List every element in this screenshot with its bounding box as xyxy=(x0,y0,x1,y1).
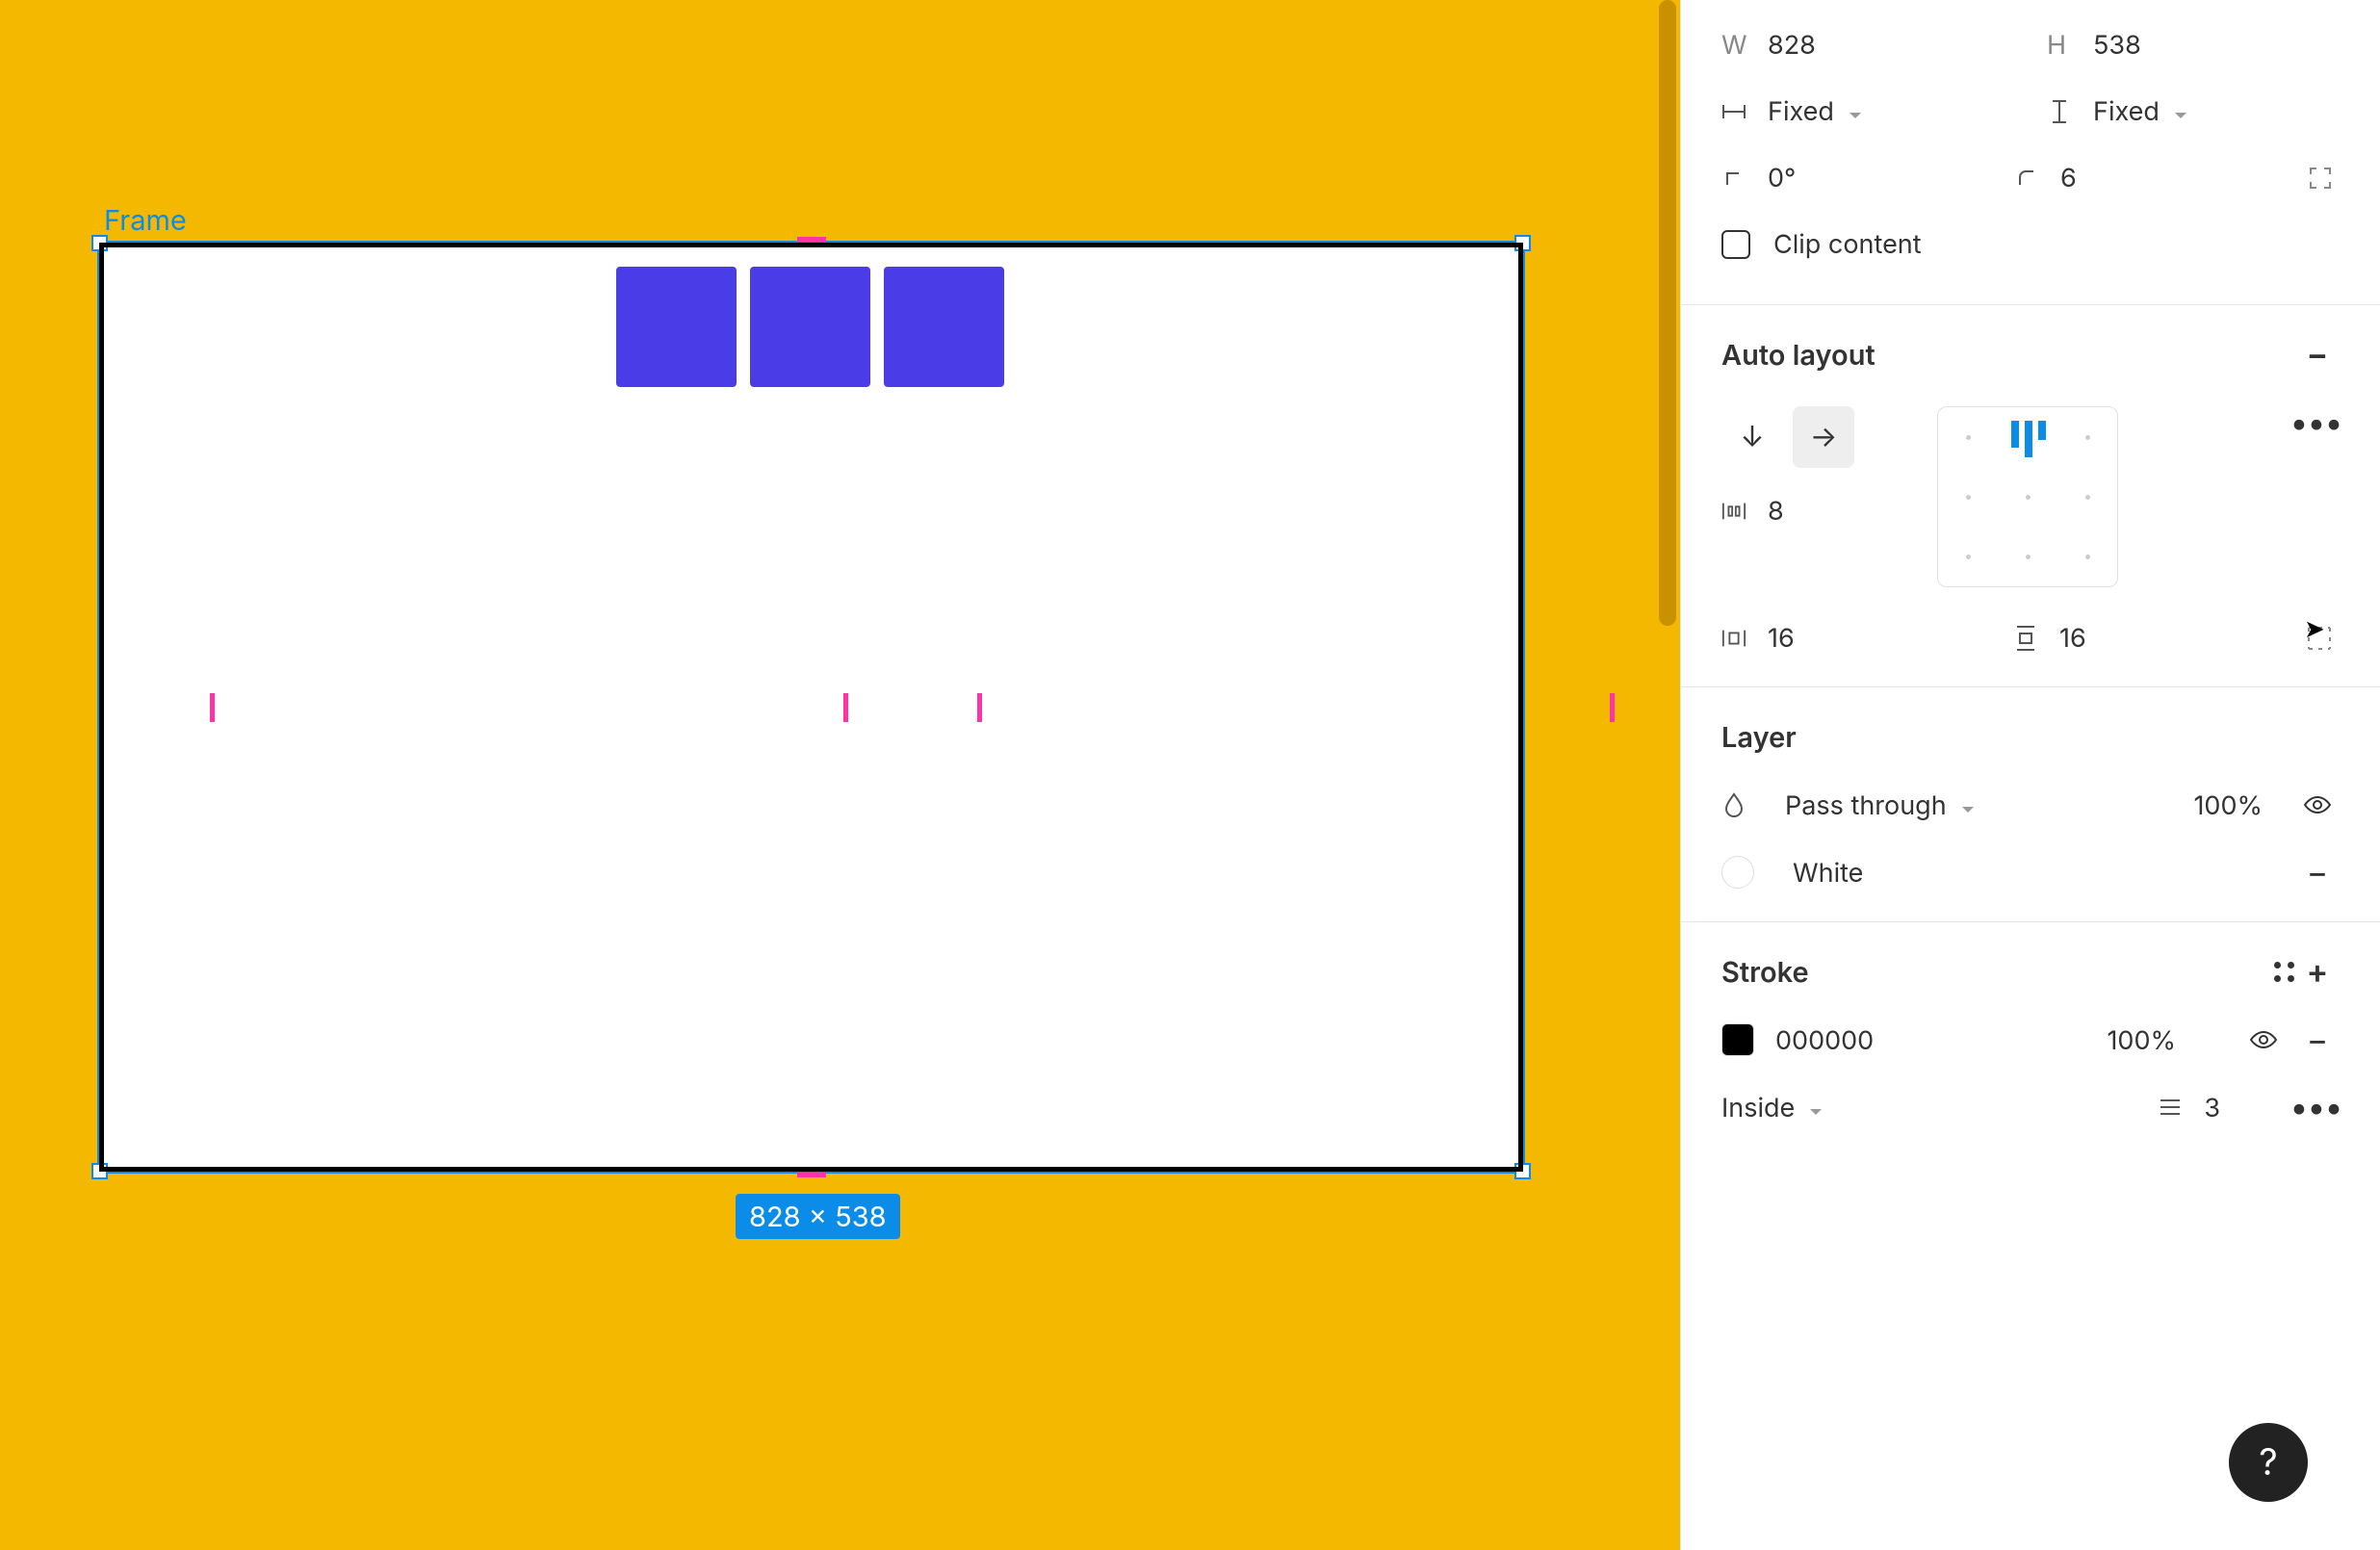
direction-buttons: ↓ → xyxy=(1721,406,1854,468)
autolayout-header: Auto layout − xyxy=(1681,321,2380,389)
fill-swatch[interactable] xyxy=(1721,856,1754,889)
clip-content-label: Clip content xyxy=(1773,228,1922,260)
autolayout-title: Auto layout xyxy=(1721,338,1876,372)
stroke-opacity-input[interactable]: 100% xyxy=(2107,1024,2176,1056)
stroke-swatch[interactable] xyxy=(1721,1023,1754,1056)
direction-horizontal-button[interactable]: → xyxy=(1793,406,1854,468)
independent-corners-button[interactable] xyxy=(2307,165,2334,192)
remove-stroke-button[interactable]: − xyxy=(2301,1023,2334,1056)
padding-indicator-top xyxy=(797,237,826,242)
layer-header: Layer xyxy=(1681,703,2380,771)
corner-radius-icon xyxy=(2014,166,2039,191)
height-label: H xyxy=(2047,29,2072,61)
detach-style-button[interactable]: − xyxy=(2301,856,2334,889)
padding-v-input[interactable]: 16 xyxy=(2059,622,2086,654)
stroke-visibility-toggle[interactable] xyxy=(2247,1023,2280,1056)
frame-label[interactable]: Frame xyxy=(104,203,187,237)
stroke-title: Stroke xyxy=(1721,955,1809,989)
remove-autolayout-button[interactable]: − xyxy=(2301,339,2334,372)
stroke-weight-input[interactable]: 3 xyxy=(2204,1092,2220,1124)
properties-panel: W 828 H 538 Fixed Fixed 0° 6 Clip conten xyxy=(1680,0,2380,1550)
child-box[interactable] xyxy=(616,267,737,387)
padding-v-icon xyxy=(2013,626,2038,651)
dimension-badge: 828 × 538 xyxy=(736,1194,900,1239)
cursor-icon: ➤ xyxy=(2304,614,2325,644)
child-boxes xyxy=(616,267,1004,387)
width-label: W xyxy=(1721,29,1746,61)
clip-content-checkbox[interactable] xyxy=(1721,230,1750,259)
hresize-select[interactable]: Fixed xyxy=(1768,95,1861,127)
stroke-header: Stroke + xyxy=(1681,938,2380,1006)
layer-title: Layer xyxy=(1721,720,1797,754)
hresize-icon xyxy=(1721,99,1746,124)
stroke-weight-row: Inside 3 ••• xyxy=(1681,1073,2380,1141)
opacity-input[interactable]: 100% xyxy=(2193,789,2263,821)
child-box[interactable] xyxy=(884,267,1004,387)
blend-select[interactable]: Pass through xyxy=(1785,789,1974,821)
gap-icon xyxy=(1721,499,1746,524)
guide xyxy=(977,693,982,722)
rotate-row: 0° 6 xyxy=(1681,144,2380,211)
blend-row: Pass through 100% xyxy=(1681,771,2380,839)
canvas[interactable]: Frame 828 × 538 xyxy=(0,0,1680,1550)
guide xyxy=(210,693,215,722)
stroke-color-input[interactable]: 000000 xyxy=(1775,1024,1874,1056)
rotation-input[interactable]: 0° xyxy=(1768,162,1796,194)
width-input[interactable]: 828 xyxy=(1768,29,1816,61)
fill-name: White xyxy=(1793,857,1863,889)
guide xyxy=(1610,693,1615,722)
resize-handle-tr[interactable] xyxy=(1514,235,1531,251)
resize-handle-bl[interactable] xyxy=(91,1163,108,1179)
resize-handle-tl[interactable] xyxy=(91,235,108,251)
autolayout-more-button[interactable]: ••• xyxy=(2301,406,2334,439)
rotate-icon xyxy=(1721,166,1746,191)
visibility-toggle[interactable] xyxy=(2301,788,2334,821)
padding-row: 16 16 xyxy=(1681,605,2380,671)
resize-handle-br[interactable] xyxy=(1514,1163,1531,1179)
padding-h-icon xyxy=(1721,626,1746,651)
padding-h-input[interactable]: 16 xyxy=(1768,622,1795,654)
child-box[interactable] xyxy=(750,267,870,387)
clip-content-row[interactable]: Clip content xyxy=(1681,211,2380,289)
alignment-indicator xyxy=(2011,421,2046,457)
gap-input[interactable]: 8 xyxy=(1768,495,1784,527)
guide xyxy=(843,693,848,722)
padding-indicator-bottom xyxy=(797,1173,826,1177)
vresize-select[interactable]: Fixed xyxy=(2093,95,2186,127)
stroke-styles-button[interactable] xyxy=(2268,956,2301,989)
fill-row[interactable]: White − xyxy=(1681,839,2380,906)
direction-vertical-button[interactable]: ↓ xyxy=(1721,406,1783,468)
stroke-weight-icon xyxy=(2158,1095,2183,1120)
stroke-color-row: 000000 100% − xyxy=(1681,1006,2380,1073)
scrollbar-vertical[interactable] xyxy=(1659,0,1676,626)
stroke-more-button[interactable]: ••• xyxy=(2301,1091,2334,1124)
help-button[interactable]: ? xyxy=(2229,1423,2308,1502)
vresize-icon xyxy=(2047,99,2072,124)
add-stroke-button[interactable]: + xyxy=(2301,956,2334,989)
corner-radius-input[interactable]: 6 xyxy=(2060,162,2077,194)
stroke-position-select[interactable]: Inside xyxy=(1721,1092,1822,1124)
size-row: W 828 H 538 xyxy=(1681,12,2380,78)
resize-row: Fixed Fixed xyxy=(1681,78,2380,144)
alignment-grid[interactable] xyxy=(1937,406,2118,587)
height-input[interactable]: 538 xyxy=(2093,29,2141,61)
blend-icon xyxy=(1721,792,1746,817)
